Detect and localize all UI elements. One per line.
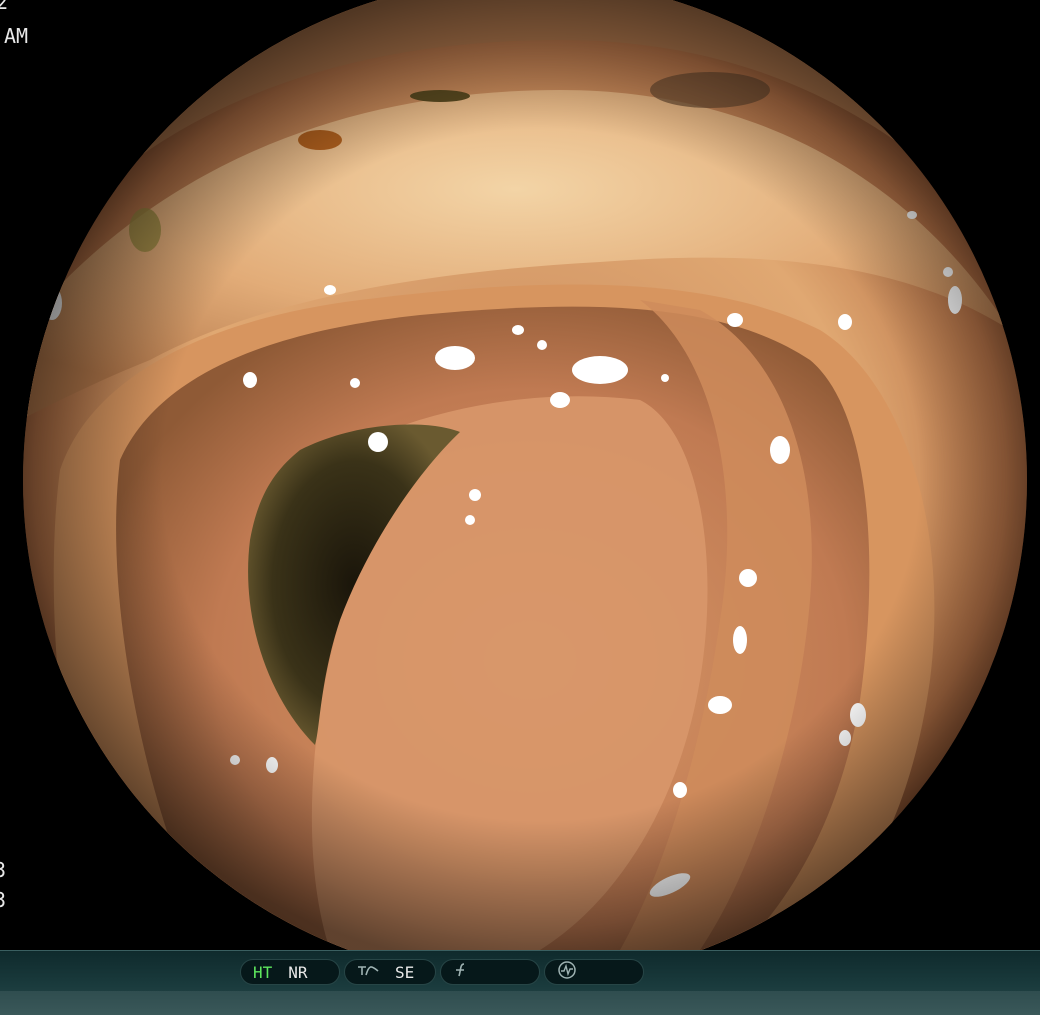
ht-nr-indicator: HT NR — [240, 959, 340, 985]
status-bar-lower — [0, 991, 1040, 1015]
waveform-indicator — [544, 959, 644, 985]
overlay-bottom-left-2: 3 — [0, 888, 7, 912]
enhance-icon — [357, 963, 379, 981]
endoscopy-image — [23, 0, 1027, 950]
nr-label: NR — [288, 962, 308, 982]
function-indicator — [440, 959, 540, 985]
overlay-time: AM — [4, 24, 29, 48]
status-bar: HT NR SE — [0, 950, 1040, 1015]
overlay-top-left-partial: 2 — [0, 0, 9, 14]
function-icon — [453, 962, 469, 982]
overlay-bottom-left-1: 3 — [0, 858, 7, 882]
ht-label: HT — [253, 962, 273, 982]
se-label: SE — [395, 962, 415, 982]
waveform-icon — [557, 960, 577, 984]
se-indicator: SE — [344, 959, 436, 985]
